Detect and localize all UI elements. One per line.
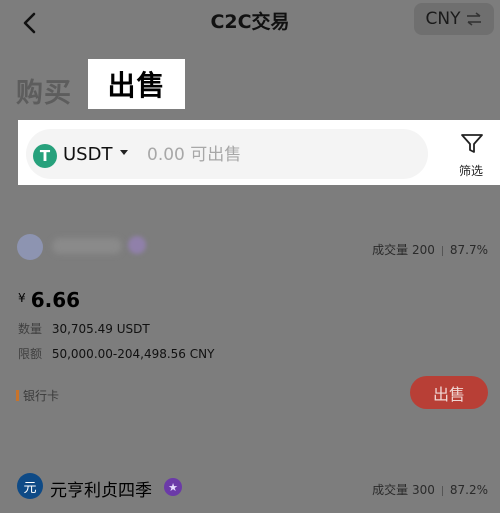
amount-input[interactable] (147, 142, 377, 168)
merchant-avatar[interactable]: 元 (17, 473, 43, 499)
sell-button[interactable]: 出售 (410, 376, 488, 409)
tab-buy[interactable]: 购买 (16, 71, 72, 110)
trade-stats: 成交量 200 87.7% (372, 241, 488, 258)
payment-method-label: 银行卡 (23, 389, 60, 403)
merchant-avatar[interactable] (17, 234, 43, 260)
asset-selector[interactable]: USDT (63, 144, 112, 165)
merchant-badge-icon (128, 236, 146, 254)
price-row: ¥ 6.66 (18, 288, 80, 312)
verified-star-icon: ★ (164, 478, 182, 496)
tab-sell[interactable]: 出售 (88, 59, 185, 109)
unit-price: 6.66 (30, 288, 81, 312)
completion-rate: 87.2% (449, 483, 488, 497)
filter-label[interactable]: 筛选 (459, 162, 483, 179)
quantity-value: 30,705.49 USDT (51, 322, 150, 336)
merchant-name[interactable]: 元亨利贞四季 (50, 476, 152, 501)
funnel-icon (461, 134, 483, 153)
quantity-row: 数量 30,705.49 USDT (18, 320, 150, 337)
swap-icon (467, 12, 482, 26)
trade-stats: 成交量 300 87.2% (372, 481, 488, 498)
limit-label: 限额 (18, 347, 43, 361)
trade-volume: 成交量 200 (372, 243, 435, 257)
filter-button[interactable] (459, 132, 485, 156)
quantity-label: 数量 (18, 322, 43, 336)
completion-rate: 87.7% (449, 243, 488, 257)
currency-switch-button[interactable]: CNY (414, 3, 494, 35)
currency-symbol: ¥ (18, 291, 26, 305)
payment-method: 银行卡 (16, 387, 59, 404)
merchant-name-blurred (52, 238, 122, 254)
usdt-logo-icon: T (33, 144, 57, 168)
limit-value: 50,000.00-204,498.56 CNY (51, 347, 215, 361)
currency-label: CNY (425, 9, 461, 29)
chevron-down-icon[interactable] (120, 150, 128, 155)
trade-volume: 成交量 300 (372, 483, 435, 497)
limit-row: 限额 50,000.00-204,498.56 CNY (18, 345, 214, 362)
payment-marker (16, 390, 19, 401)
